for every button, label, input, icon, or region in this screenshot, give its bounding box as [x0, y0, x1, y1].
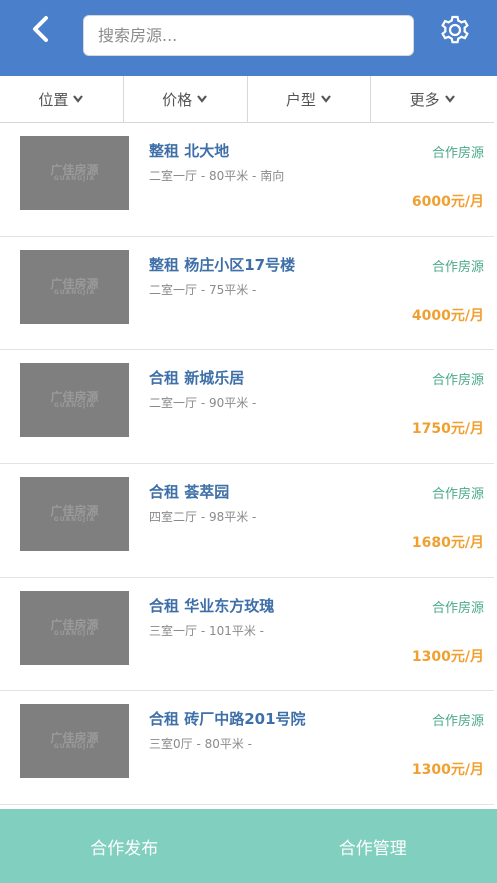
listing-tag: 合作房源: [431, 146, 484, 161]
manage-cooperation-button[interactable]: 合作管理: [249, 809, 497, 883]
bottom-action-bar: 合作发布 合作管理: [0, 809, 497, 883]
gear-icon: [441, 15, 469, 44]
filter-bar: 位置 价格 户型 更多: [0, 76, 494, 123]
listing-detail: 二室一厅 - 75平米 -: [149, 282, 257, 297]
listing-tag: 合作房源: [431, 373, 484, 389]
chevron-down-icon: [321, 95, 331, 103]
listing-price: 4000元/月: [411, 307, 484, 324]
listing-title: 合租 华业东方玫瑰: [149, 596, 275, 615]
chevron-down-icon: [73, 95, 84, 103]
listing-detail: 三室0厅 - 80平米 -: [149, 737, 253, 752]
listing-thumbnail: 广佳房源 GUANGJIA: [20, 136, 129, 210]
listing-price: 1300元/月: [411, 762, 484, 779]
listing-thumbnail: 广佳房源 GUANGJIA: [20, 590, 129, 665]
listing-title: 合租 新城乐居: [149, 369, 245, 388]
top-header: [0, 0, 497, 76]
chevron-down-icon: [444, 95, 455, 103]
filter-price[interactable]: 价格: [124, 76, 248, 122]
filter-layout[interactable]: 户型: [248, 76, 372, 122]
placeholder-logo: 广佳房源 GUANGJIA: [50, 276, 99, 296]
listing-thumbnail: 广佳房源 GUANGJIA: [20, 704, 129, 779]
listing-tag: 合作房源: [431, 714, 484, 730]
search-input[interactable]: [84, 16, 413, 55]
listing-price: 1750元/月: [411, 421, 484, 438]
listing-title: 合租 砖厂中路201号院: [149, 710, 306, 729]
listing-item[interactable]: 广佳房源 GUANGJIA 合租 新城乐居 二室一厅 - 90平米 - 合作房源 …: [0, 350, 494, 465]
filter-more[interactable]: 更多: [371, 76, 494, 122]
listing-item[interactable]: 广佳房源 GUANGJIA 整租 北大地 二室一厅 - 80平米 - 南向 合作房…: [0, 123, 494, 237]
back-button[interactable]: [22, 10, 62, 50]
listing-tag: 合作房源: [431, 600, 484, 616]
placeholder-logo: 广佳房源 GUANGJIA: [50, 617, 99, 637]
listing-detail: 二室一厅 - 80平米 - 南向: [149, 169, 285, 183]
filter-label: 价格: [162, 90, 193, 109]
listing-price: 1300元/月: [411, 648, 484, 665]
listing-price: 1680元/月: [411, 535, 484, 552]
settings-button[interactable]: [437, 11, 473, 49]
listing-title: 整租 杨庄小区17号楼: [149, 255, 296, 274]
listing-title: 合租 荟萃园: [149, 483, 230, 502]
publish-cooperation-button[interactable]: 合作发布: [0, 809, 249, 883]
listing-tag: 合作房源: [431, 259, 484, 275]
search-box[interactable]: [83, 15, 414, 56]
listing-detail: 三室一厅 - 101平米 -: [149, 623, 265, 638]
placeholder-logo: 广佳房源 GUANGJIA: [50, 163, 99, 182]
listing-tag: 合作房源: [431, 487, 484, 503]
listing-item[interactable]: 广佳房源 GUANGJIA 整租 杨庄小区17号楼 二室一厅 - 75平米 - 合…: [0, 237, 494, 351]
listing-title: 整租 北大地: [149, 142, 230, 160]
placeholder-logo: 广佳房源 GUANGJIA: [50, 731, 99, 751]
placeholder-logo: 广佳房源 GUANGJIA: [50, 390, 99, 410]
listing-item[interactable]: 广佳房源 GUANGJIA 合租 砖厂中路201号院 三室0厅 - 80平米 - …: [0, 691, 494, 806]
filter-label: 更多: [409, 90, 440, 109]
listing-list: 广佳房源 GUANGJIA 整租 北大地 二室一厅 - 80平米 - 南向 合作房…: [0, 123, 494, 806]
filter-label: 位置: [38, 90, 69, 109]
placeholder-logo: 广佳房源 GUANGJIA: [50, 504, 99, 524]
listing-price: 6000元/月: [411, 194, 484, 210]
listing-thumbnail: 广佳房源 GUANGJIA: [20, 477, 129, 552]
listing-item[interactable]: 广佳房源 GUANGJIA 合租 华业东方玫瑰 三室一厅 - 101平米 - 合作…: [0, 578, 494, 692]
back-arrow-icon: [33, 16, 48, 42]
listing-detail: 四室二厅 - 98平米 -: [149, 510, 257, 525]
listing-item[interactable]: 广佳房源 GUANGJIA 合租 荟萃园 四室二厅 - 98平米 - 合作房源 1…: [0, 464, 494, 578]
filter-label: 户型: [285, 90, 316, 109]
listing-thumbnail: 广佳房源 GUANGJIA: [20, 249, 129, 324]
listing-thumbnail: 广佳房源 GUANGJIA: [20, 363, 129, 438]
listing-detail: 二室一厅 - 90平米 -: [149, 396, 257, 411]
chevron-down-icon: [197, 95, 207, 103]
filter-location[interactable]: 位置: [0, 76, 124, 122]
